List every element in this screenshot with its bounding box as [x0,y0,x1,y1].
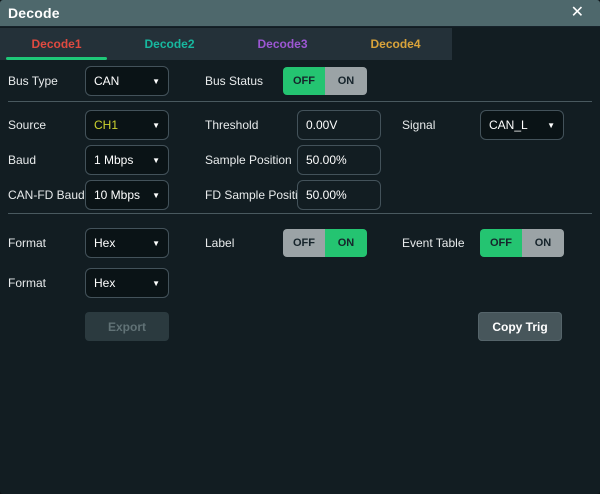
label-toggle-label: Label [205,236,234,250]
label-on[interactable]: ON [325,229,367,257]
row-baud: Baud 1 Mbps ▼ Sample Position 50.00% [0,145,600,175]
threshold-label: Threshold [205,118,258,132]
canfd-baud-label: CAN-FD Baud [8,188,85,202]
row-buttons: Export Copy Trig [0,312,600,341]
chevron-down-icon: ▼ [152,279,160,288]
canfd-baud-value: 10 Mbps [94,188,140,202]
divider [8,101,592,102]
chevron-down-icon: ▼ [152,156,160,165]
decode-dialog: Decode ✕ Decode1 Decode2 Decode3 Decode4… [0,0,600,494]
chevron-down-icon: ▼ [152,77,160,86]
tab-decode4-label: Decode4 [370,37,420,51]
bus-type-dropdown[interactable]: CAN ▼ [85,66,169,96]
threshold-value: 0.00V [306,118,337,132]
source-dropdown[interactable]: CH1 ▼ [85,110,169,140]
bus-type-label: Bus Type [8,74,58,88]
fd-sample-position-input[interactable]: 50.00% [297,180,381,210]
format-value: Hex [94,236,115,250]
chevron-down-icon: ▼ [547,121,555,130]
row-format: Format Hex ▼ Label OFF ON Event Table OF… [0,228,600,258]
row-source: Source CH1 ▼ Threshold 0.00V Signal CAN_… [0,110,600,140]
close-icon[interactable]: ✕ [563,3,592,23]
baud-value: 1 Mbps [94,153,133,167]
format2-value: Hex [94,276,115,290]
event-table-label: Event Table [402,236,465,250]
signal-label: Signal [402,118,435,132]
row-canfd: CAN-FD Baud 10 Mbps ▼ FD Sample Position… [0,180,600,210]
label-off[interactable]: OFF [283,229,325,257]
dialog-title: Decode [8,5,60,21]
divider [8,213,592,214]
baud-dropdown[interactable]: 1 Mbps ▼ [85,145,169,175]
chevron-down-icon: ▼ [152,239,160,248]
tab-decode3-label: Decode3 [257,37,307,51]
title-bar: Decode ✕ [0,0,600,27]
signal-value: CAN_L [489,118,528,132]
row-format2: Format Hex ▼ [0,268,600,298]
format-dropdown[interactable]: Hex ▼ [85,228,169,258]
label-toggle[interactable]: OFF ON [283,229,367,257]
fd-sample-position-value: 50.00% [306,188,347,202]
bus-status-on[interactable]: ON [325,67,367,95]
fd-sample-position-label: FD Sample Position [205,188,311,202]
tab-bar: Decode1 Decode2 Decode3 Decode4 [0,28,452,60]
sample-position-input[interactable]: 50.00% [297,145,381,175]
bus-status-label: Bus Status [205,74,263,88]
chevron-down-icon: ▼ [152,121,160,130]
tab-decode4[interactable]: Decode4 [339,28,452,60]
tab-decode3[interactable]: Decode3 [226,28,339,60]
export-button[interactable]: Export [85,312,169,341]
signal-dropdown[interactable]: CAN_L ▼ [480,110,564,140]
format2-label: Format [8,276,46,290]
sample-position-label: Sample Position [205,153,292,167]
threshold-input[interactable]: 0.00V [297,110,381,140]
event-table-off[interactable]: OFF [480,229,522,257]
source-value: CH1 [94,118,118,132]
sample-position-value: 50.00% [306,153,347,167]
event-table-on[interactable]: ON [522,229,564,257]
event-table-toggle[interactable]: OFF ON [480,229,564,257]
bus-status-toggle[interactable]: OFF ON [283,67,367,95]
bus-status-off[interactable]: OFF [283,67,325,95]
bus-type-value: CAN [94,74,119,88]
source-label: Source [8,118,46,132]
tab-decode2-label: Decode2 [144,37,194,51]
decode-settings-panel: Bus Type CAN ▼ Bus Status OFF ON Source … [0,60,600,494]
tab-decode1-label: Decode1 [31,37,81,51]
format-label: Format [8,236,46,250]
copy-trig-button[interactable]: Copy Trig [478,312,562,341]
chevron-down-icon: ▼ [152,191,160,200]
format2-dropdown[interactable]: Hex ▼ [85,268,169,298]
tab-decode2[interactable]: Decode2 [113,28,226,60]
row-bus: Bus Type CAN ▼ Bus Status OFF ON [0,66,600,96]
tab-decode1[interactable]: Decode1 [0,28,113,60]
canfd-baud-dropdown[interactable]: 10 Mbps ▼ [85,180,169,210]
baud-label: Baud [8,153,36,167]
